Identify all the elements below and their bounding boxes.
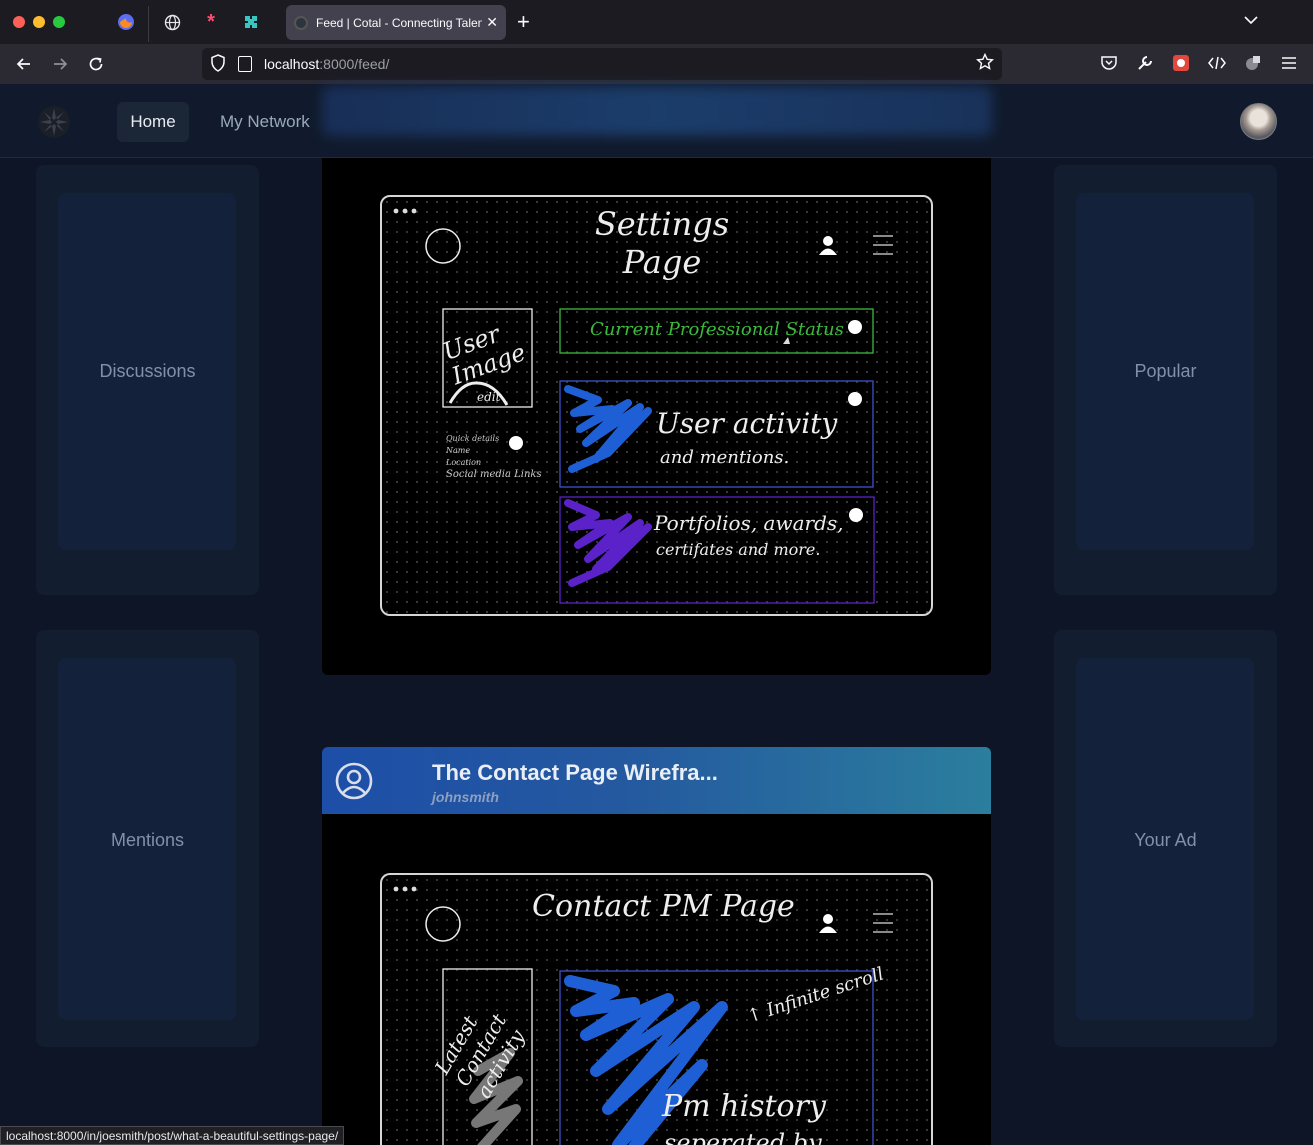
url-text[interactable]: localhost:8000/feed/ xyxy=(264,56,389,72)
close-window-button[interactable] xyxy=(13,16,25,28)
wrench-icon xyxy=(1138,56,1152,70)
discussions-label: Discussions xyxy=(99,361,196,381)
left-sidebar-discussions-panel: Discussions xyxy=(36,165,259,595)
pocket-button[interactable] xyxy=(1099,53,1119,73)
wireframe-history-line2: seperated by xyxy=(664,1129,822,1145)
right-sidebar-popular-panel: Popular xyxy=(1054,165,1277,595)
forward-button[interactable] xyxy=(48,52,72,76)
tab-close-button[interactable]: ✕ xyxy=(486,14,498,31)
wireframe-activity-line1: User activity xyxy=(656,407,838,440)
bookmark-star-icon[interactable] xyxy=(975,52,995,76)
chevron-down-icon xyxy=(1244,16,1258,25)
asterisk-icon: * xyxy=(207,10,215,33)
wireframe-title: Contact PM Page xyxy=(532,889,795,924)
wireframe-status-text: Current Professional Status xyxy=(590,319,844,340)
person-icon xyxy=(819,914,837,933)
quick-details-item: Social media Links xyxy=(446,469,542,480)
reload-icon xyxy=(89,57,103,71)
cotal-logo[interactable] xyxy=(36,104,72,140)
popular-label: Popular xyxy=(1134,361,1197,381)
blurred-header-overlay xyxy=(322,86,992,136)
window-dots xyxy=(393,886,417,892)
containers-button[interactable] xyxy=(1243,53,1263,73)
containers-icon xyxy=(1246,56,1260,70)
post-header-contact[interactable]: The Contact Page Wirefra... johnsmith xyxy=(322,747,991,814)
nav-my-network[interactable]: My Network xyxy=(206,102,324,142)
tab-title: Feed | Cotal - Connecting Talent xyxy=(316,15,483,30)
settings-wireframe-image: Settings Page User Image edit Quick deta… xyxy=(380,195,933,616)
pinned-tab-firefox[interactable] xyxy=(115,11,137,33)
tracking-shield-icon[interactable] xyxy=(210,53,228,75)
menu-icon xyxy=(873,235,893,255)
wireframe-activity-line2: and mentions. xyxy=(660,447,790,468)
arrow-right-icon xyxy=(54,58,68,70)
left-sidebar-mentions-panel: Mentions xyxy=(36,630,259,1047)
wireframe-portfolio-line1: Portfolios, awards, xyxy=(654,511,844,535)
user-avatar[interactable] xyxy=(1240,103,1277,140)
developer-tools-button[interactable] xyxy=(1207,53,1227,73)
pinned-tab-puzzle[interactable] xyxy=(240,11,262,33)
maximize-window-button[interactable] xyxy=(53,16,65,28)
active-tab[interactable]: Feed | Cotal - Connecting Talent ✕ xyxy=(286,5,506,40)
extension-button[interactable] xyxy=(1171,53,1191,73)
nav-home[interactable]: Home xyxy=(117,102,189,142)
arrow-left-icon xyxy=(16,58,30,70)
your-ad-label: Your Ad xyxy=(1134,830,1197,850)
code-icon xyxy=(1208,56,1226,70)
quick-details-item: Name xyxy=(446,446,471,455)
app-menu-button[interactable] xyxy=(1279,53,1299,73)
quick-details-item: Quick details xyxy=(446,434,500,443)
logo-icon xyxy=(38,106,70,138)
wireframe-edit-text: edit xyxy=(477,390,501,404)
link-status-bar: localhost:8000/in/joesmith/post/what-a-b… xyxy=(0,1126,345,1145)
back-button[interactable] xyxy=(12,52,36,76)
url-path: :8000/feed/ xyxy=(319,56,390,72)
address-bar[interactable]: localhost:8000/feed/ xyxy=(202,48,1002,80)
quick-details-list: Quick details Name Location Social media… xyxy=(446,433,542,481)
activity-scribble xyxy=(564,385,652,473)
reload-button[interactable] xyxy=(84,52,108,76)
post-author[interactable]: johnsmith xyxy=(432,789,499,805)
wireframe-title: Settings Page xyxy=(594,205,730,281)
tools-button[interactable] xyxy=(1135,53,1155,73)
user-circle-icon xyxy=(335,762,373,800)
list-all-tabs-button[interactable] xyxy=(1244,12,1258,28)
logo-circle-sketch xyxy=(425,906,461,942)
quick-details-item: Location xyxy=(446,458,482,467)
browser-toolbar: localhost:8000/feed/ xyxy=(0,44,1313,84)
logo-circle-sketch xyxy=(425,228,461,264)
browser-tab-bar: * Feed | Cotal - Connecting Talent ✕ + xyxy=(0,0,1313,44)
menu-icon xyxy=(873,913,893,933)
minimize-window-button[interactable] xyxy=(33,16,45,28)
tab-separator xyxy=(148,6,149,42)
hamburger-menu-icon xyxy=(1282,57,1296,69)
cotal-favicon xyxy=(294,15,308,30)
wireframe-portfolio-line2: certifates and more. xyxy=(656,540,821,559)
mentions-label: Mentions xyxy=(110,830,185,850)
pinned-tab-asterisk[interactable]: * xyxy=(200,11,222,33)
window-dots xyxy=(393,208,417,214)
wireframe-history-line1: Pm history xyxy=(662,1089,826,1124)
portfolio-scribble xyxy=(564,499,652,587)
firefox-icon xyxy=(118,14,134,30)
new-tab-button[interactable]: + xyxy=(517,10,530,34)
extension-icon xyxy=(1173,55,1189,71)
person-icon xyxy=(819,236,837,255)
pocket-icon xyxy=(1101,56,1117,70)
post-title[interactable]: The Contact Page Wirefra... xyxy=(432,760,718,786)
puzzle-icon xyxy=(245,16,257,28)
right-sidebar-ad-panel: Your Ad xyxy=(1054,630,1277,1047)
globe-icon xyxy=(164,14,180,30)
url-host: localhost xyxy=(264,56,320,72)
contact-wireframe-image: Contact PM Page Latest Contact activity … xyxy=(380,873,933,1145)
pinned-tab-globe[interactable] xyxy=(161,11,183,33)
page-info-icon[interactable] xyxy=(238,56,252,72)
